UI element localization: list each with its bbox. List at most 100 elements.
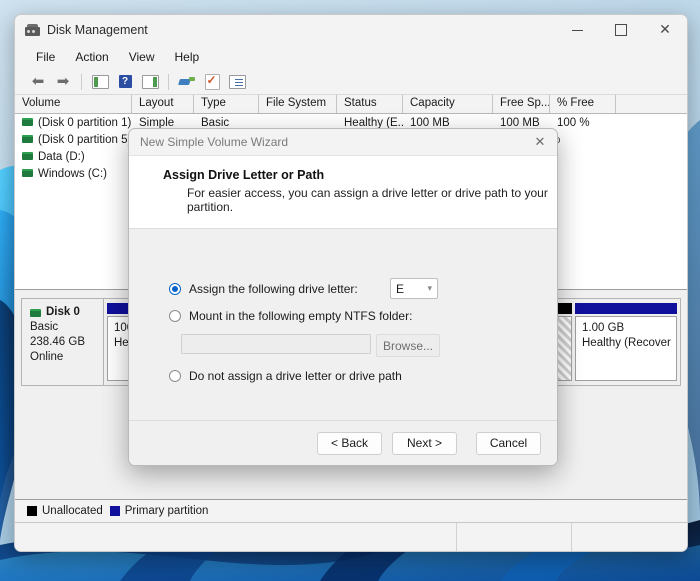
volume-icon <box>22 152 33 161</box>
list-view-icon <box>228 74 246 89</box>
row-volume-label: (Disk 0 partition 5) <box>38 133 132 146</box>
disk-info-panel[interactable]: Disk 0 Basic 238.46 GB Online <box>22 299 104 385</box>
disk-status-label: Online <box>30 351 64 363</box>
status-bar-cell-1 <box>15 523 457 551</box>
back-button[interactable]: < Back <box>317 431 382 455</box>
wizard-footer: < Back Next > Cancel <box>129 420 557 465</box>
legend-item-primary-partition: Primary partition <box>109 505 209 517</box>
partition-block-recovery[interactable]: 1.00 GB Healthy (Recover <box>575 303 677 381</box>
disk-size-label: 238.46 GB <box>30 336 85 348</box>
disk-management-icon <box>25 24 40 36</box>
drive-letter-select[interactable]: E ▾ <box>390 278 438 299</box>
mount-path-input[interactable] <box>181 334 371 354</box>
rescan-disks-icon <box>178 76 195 88</box>
browse-button[interactable]: Browse... <box>376 334 440 357</box>
show-hide-console-tree-icon <box>141 74 159 89</box>
volume-icon <box>22 169 33 178</box>
option-label-mount-ntfs-folder: Mount in the following empty NTFS folder… <box>189 309 413 323</box>
cancel-button[interactable]: Cancel <box>476 431 541 455</box>
row-volume-cell: (Disk 0 partition 1) <box>15 117 132 129</box>
status-bar-cell-2 <box>457 523 572 551</box>
legend-label-unallocated: Unallocated <box>42 505 103 517</box>
menu-bar: File Action View Help <box>15 45 687 69</box>
volume-icon <box>22 135 33 144</box>
close-icon: ✕ <box>659 22 671 38</box>
disk-type-label: Basic <box>30 321 59 333</box>
wizard-close-button[interactable]: ✕ <box>523 129 557 155</box>
legend-swatch-primary-icon <box>109 506 120 516</box>
row-percent-free-cell: % <box>550 134 616 146</box>
column-header-type[interactable]: Type <box>194 95 259 113</box>
row-volume-cell: Windows (C:) <box>15 168 132 180</box>
option-assign-drive-letter[interactable]: Assign the following drive letter: <box>169 282 358 296</box>
column-header-free-space[interactable]: Free Sp... <box>493 95 550 113</box>
menu-file[interactable]: File <box>27 47 64 67</box>
status-bar <box>15 523 687 551</box>
properties-icon <box>204 73 220 90</box>
partition-cap <box>575 303 677 314</box>
disk-icon <box>30 308 41 317</box>
row-volume-cell: Data (D:) <box>15 151 132 163</box>
maximize-icon <box>615 24 627 36</box>
legend: Unallocated Primary partition <box>15 500 687 523</box>
menu-help[interactable]: Help <box>166 47 209 67</box>
rescan-disks-button[interactable] <box>176 72 198 92</box>
close-button[interactable]: ✕ <box>643 15 687 45</box>
option-no-drive-letter[interactable]: Do not assign a drive letter or drive pa… <box>169 369 402 383</box>
new-simple-volume-wizard-dialog: New Simple Volume Wizard ✕ Assign Drive … <box>128 128 558 466</box>
drive-letter-value: E <box>396 281 405 296</box>
toolbar-separator <box>81 73 82 90</box>
row-volume-cell: (Disk 0 partition 5) <box>15 134 132 146</box>
partition-body: 1.00 GB Healthy (Recover <box>575 316 677 381</box>
show-console-tree-button[interactable] <box>139 72 161 92</box>
forward-icon: ➡ <box>56 72 70 90</box>
partition-status: Healthy (Recover <box>582 337 671 349</box>
properties-button[interactable] <box>201 72 223 92</box>
row-percent-free-cell: 100 % <box>557 116 590 129</box>
row-volume-label: Windows (C:) <box>38 167 108 180</box>
help-button[interactable]: ? <box>114 72 136 92</box>
titlebar-left: Disk Management <box>15 23 555 37</box>
minimize-icon <box>571 29 583 31</box>
wizard-body: Assign the following drive letter: E ▾ M… <box>129 229 557 420</box>
menu-action[interactable]: Action <box>66 47 117 67</box>
radio-mount-ntfs-folder-icon[interactable] <box>169 310 181 322</box>
legend-item-unallocated: Unallocated <box>27 505 103 517</box>
row-free-space-cell: 100 MB <box>500 116 540 129</box>
column-header-capacity[interactable]: Capacity <box>403 95 493 113</box>
up-one-level-button[interactable] <box>89 72 111 92</box>
window-title: Disk Management <box>47 23 148 37</box>
column-header-status[interactable]: Status <box>337 95 403 113</box>
maximize-button[interactable] <box>599 15 643 45</box>
legend-label-primary-partition: Primary partition <box>124 505 209 517</box>
column-header-volume[interactable]: Volume <box>15 95 132 113</box>
list-view-button[interactable] <box>226 72 248 92</box>
chevron-down-icon: ▾ <box>427 283 432 294</box>
forward-button[interactable]: ➡ <box>52 72 74 92</box>
row-volume-label: Data (D:) <box>38 150 85 163</box>
close-icon: ✕ <box>534 134 546 150</box>
radio-no-drive-letter-icon[interactable] <box>169 370 181 382</box>
option-label-no-drive-letter: Do not assign a drive letter or drive pa… <box>189 369 402 383</box>
minimize-button[interactable] <box>555 15 599 45</box>
help-icon: ? <box>118 75 132 88</box>
status-bar-cell-3 <box>572 523 687 551</box>
column-header-file-system[interactable]: File System <box>259 95 337 113</box>
menu-view[interactable]: View <box>120 47 164 67</box>
volume-list-header: Volume Layout Type File System Status Ca… <box>15 95 687 114</box>
column-header-percent-free[interactable]: % Free <box>550 95 616 113</box>
radio-assign-drive-letter-icon[interactable] <box>169 283 181 295</box>
back-icon: ⬅ <box>31 72 45 90</box>
option-mount-ntfs-folder[interactable]: Mount in the following empty NTFS folder… <box>169 309 412 323</box>
back-button[interactable]: ⬅ <box>27 72 49 92</box>
window-titlebar: Disk Management ✕ <box>15 15 687 45</box>
row-status-cell: Healthy (E... <box>344 116 403 129</box>
toolbar-separator-2 <box>168 73 169 90</box>
row-layout-cell: Simple <box>139 116 175 129</box>
option-label-assign-drive-letter: Assign the following drive letter: <box>189 282 358 296</box>
next-button[interactable]: Next > <box>392 431 457 455</box>
wizard-subheading: For easier access, you can assign a driv… <box>187 186 548 214</box>
column-header-layout[interactable]: Layout <box>132 95 194 113</box>
disk-name: Disk 0 <box>30 305 103 320</box>
wizard-titlebar: New Simple Volume Wizard ✕ <box>129 129 557 156</box>
